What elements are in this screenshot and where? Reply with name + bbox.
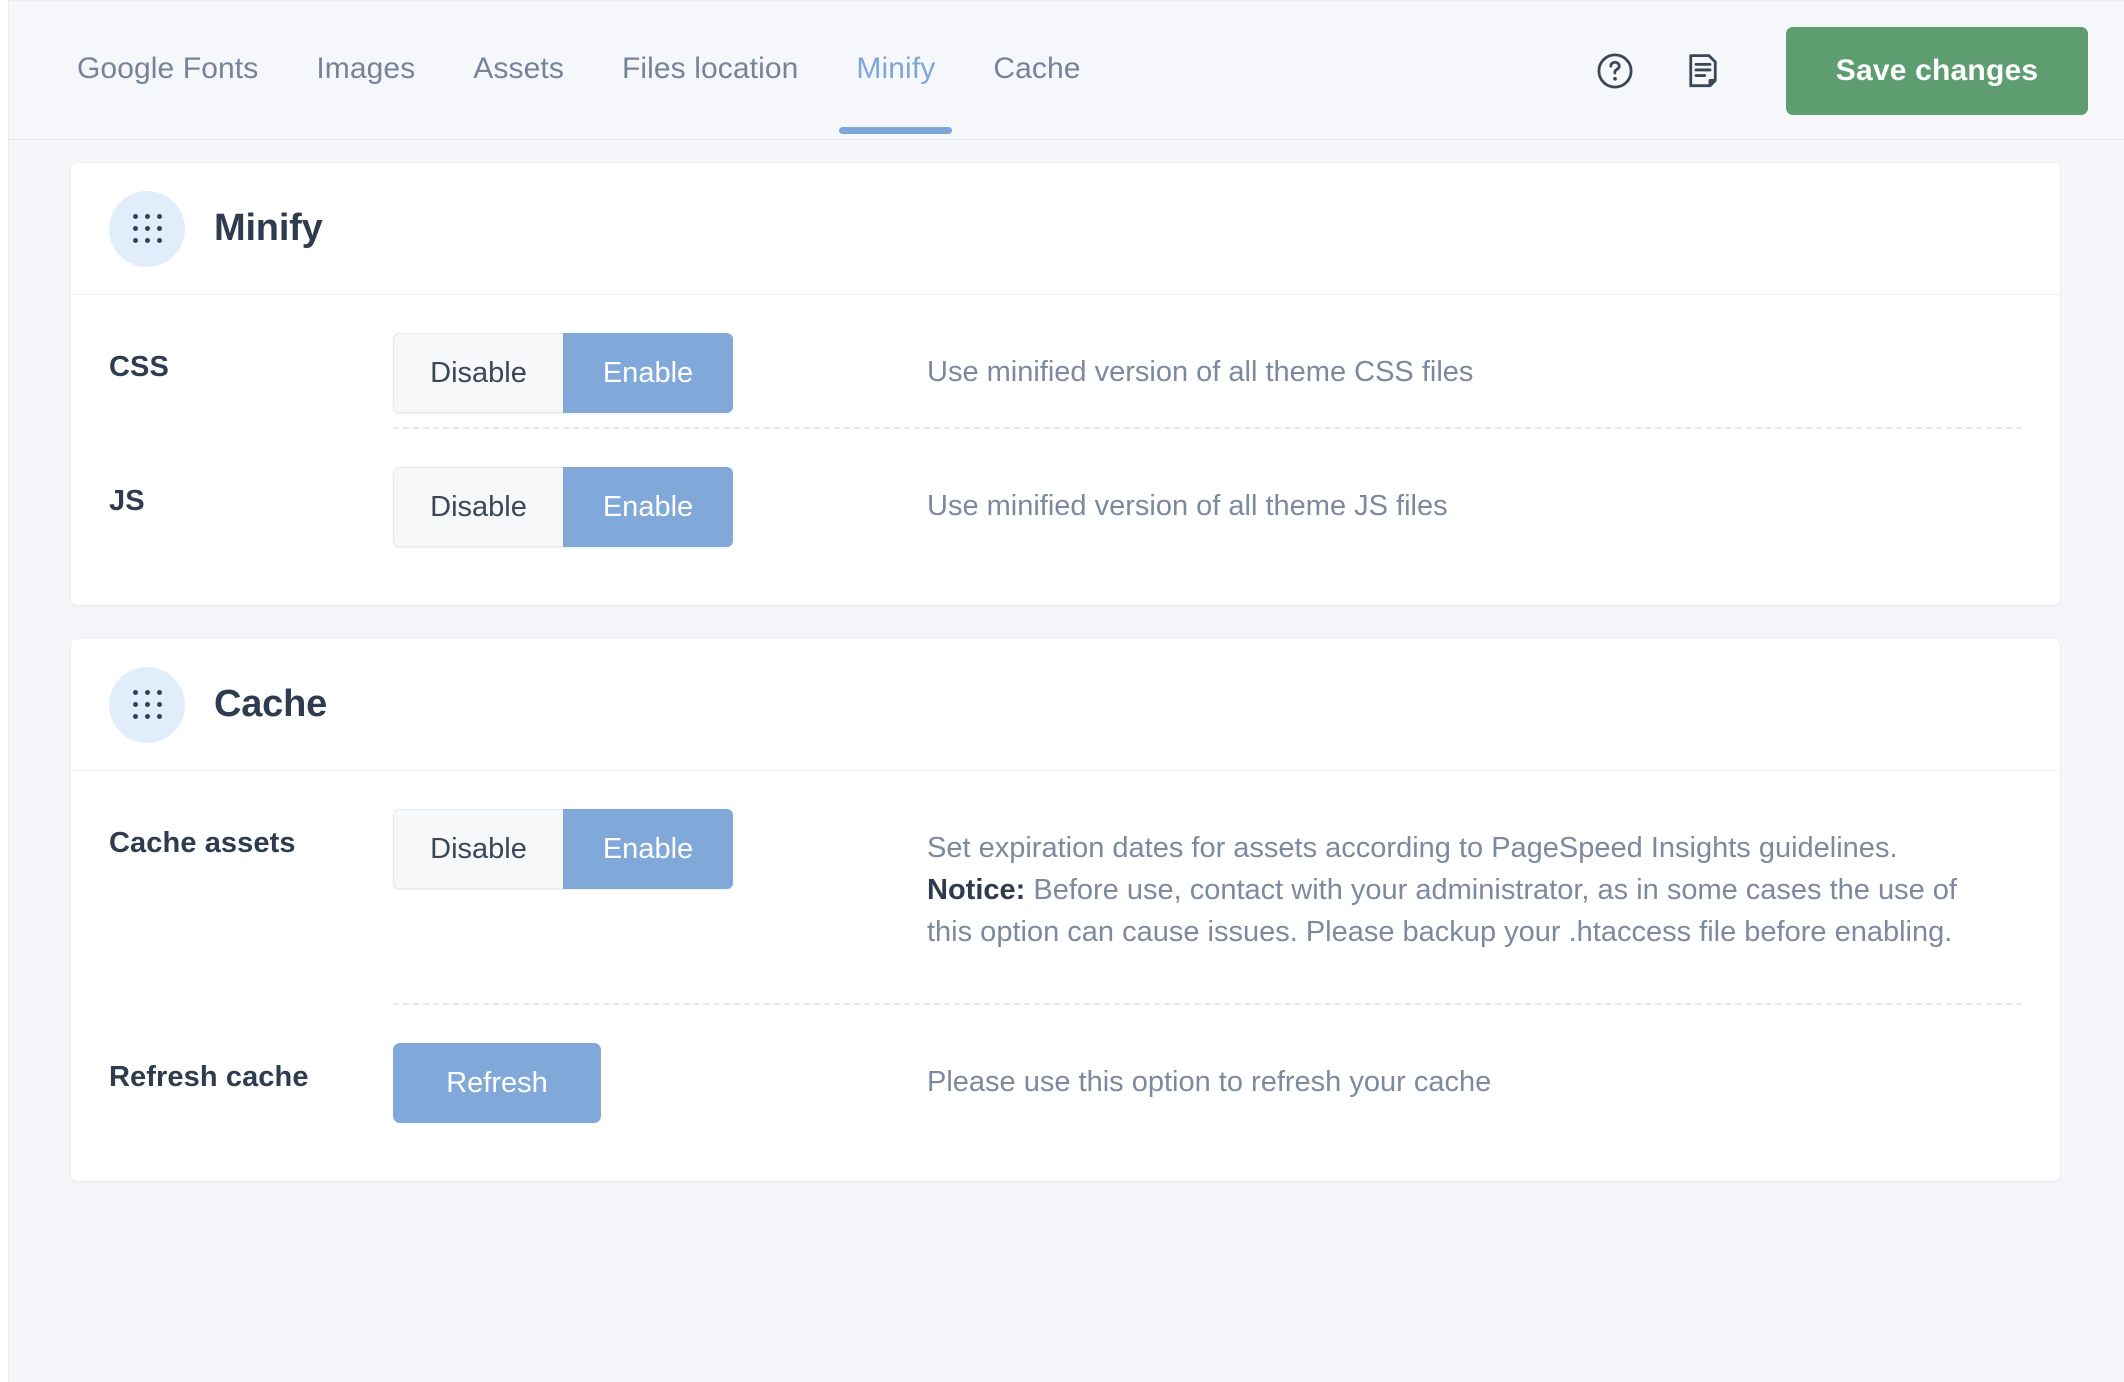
setting-row-css: CSS Disable Enable Use minified version … [71,295,2060,427]
setting-control: Refresh [393,1005,927,1123]
minify-section-card: Minify CSS Disable Enable Use minified v… [71,163,2060,605]
card-bottom-padding [71,1137,2060,1181]
setting-row-js: JS Disable Enable Use minified version o… [71,429,2060,561]
cache-section-body: Cache assets Disable Enable Set expirati… [71,771,2060,1181]
setting-label: Cache assets [109,827,296,859]
section-badge [109,190,185,267]
tab-label: Cache [993,52,1081,85]
refresh-cache-button[interactable]: Refresh [393,1043,601,1123]
tab-label: Google Fonts [77,52,259,85]
save-changes-button[interactable]: Save changes [1786,27,2088,115]
setting-label: Refresh cache [109,1061,309,1093]
card-bottom-padding [71,561,2060,605]
toggle-option-enable[interactable]: Enable [563,467,733,547]
document-note-icon [1689,54,1717,88]
settings-content: Minify CSS Disable Enable Use minified v… [9,141,2124,1382]
section-badge [109,666,185,743]
section-title: Minify [214,207,323,249]
setting-control: Disable Enable [393,771,927,889]
tab-files-location[interactable]: Files location [593,1,827,137]
setting-description: Use minified version of all theme JS fil… [927,490,1448,522]
tab-label: Files location [621,52,799,85]
question-circle-icon [1597,53,1633,89]
dot-grid-icon [132,690,162,719]
description-line-1: Set expiration dates for assets accordin… [927,832,1898,864]
tab-label: Assets [473,52,564,85]
minify-section-header: Minify [71,163,2060,295]
toggle-option-disable[interactable]: Disable [393,809,563,889]
setting-row-refresh-cache: Refresh cache Refresh Please use this op… [71,1005,2060,1137]
notice-label: Notice: [927,874,1026,907]
setting-control: Disable Enable [393,429,927,547]
tab-cache[interactable]: Cache [964,1,1109,137]
top-tab-bar: Google Fonts Images Assets Files locatio… [9,0,2124,140]
setting-row-cache-assets: Cache assets Disable Enable Set expirati… [71,771,2060,1003]
toggle-option-disable[interactable]: Disable [393,333,563,413]
topbar-actions: Save changes [1588,1,2088,141]
tab-list: Google Fonts Images Assets Files locatio… [77,1,1588,141]
minify-section-body: CSS Disable Enable Use minified version … [71,295,2060,605]
tab-label: Minify [856,52,936,85]
tab-minify[interactable]: Minify [827,1,964,137]
js-minify-toggle[interactable]: Disable Enable [393,467,733,547]
setting-description: Use minified version of all theme CSS fi… [927,356,1474,388]
setting-control: Disable Enable [393,295,927,413]
cache-assets-toggle[interactable]: Disable Enable [393,809,733,889]
release-notes-button[interactable] [1676,44,1730,98]
setting-description: Set expiration dates for assets accordin… [927,771,2022,953]
css-minify-toggle[interactable]: Disable Enable [393,333,733,413]
setting-description: Please use this option to refresh your c… [927,1066,1492,1098]
section-title: Cache [214,683,328,725]
tab-images[interactable]: Images [287,1,444,137]
cache-section-card: Cache Cache assets Disable Enable Set ex… [71,639,2060,1181]
tab-assets[interactable]: Assets [444,1,593,137]
description-line-2: Before use, contact with your administra… [927,874,1957,949]
cache-section-header: Cache [71,639,2060,771]
setting-label: CSS [109,351,169,383]
toggle-option-disable[interactable]: Disable [393,467,563,547]
tab-label: Images [316,52,416,85]
left-rail [0,0,9,1382]
settings-page: Google Fonts Images Assets Files locatio… [0,0,2124,1382]
setting-label: JS [109,485,145,517]
toggle-option-enable[interactable]: Enable [563,333,733,413]
help-button[interactable] [1588,44,1642,98]
dot-grid-icon [132,214,162,243]
toggle-option-enable[interactable]: Enable [563,809,733,889]
tab-google-fonts[interactable]: Google Fonts [77,1,287,137]
